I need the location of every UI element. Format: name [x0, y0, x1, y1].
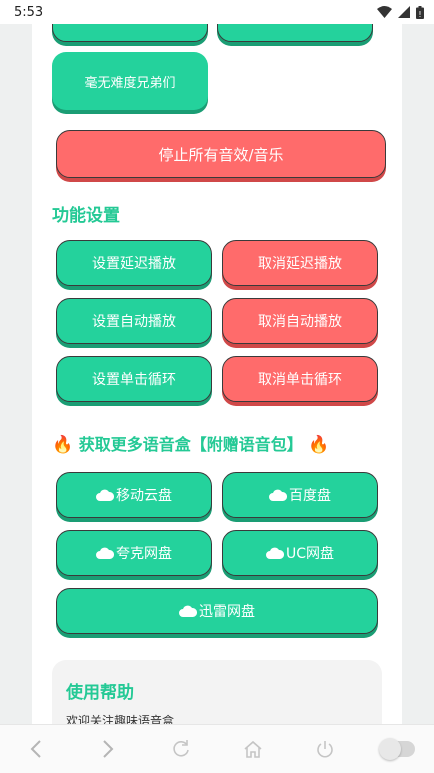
cloud-icon — [96, 547, 114, 559]
xunlei-pan-button[interactable]: 迅雷网盘 — [56, 588, 378, 634]
set-loop-button[interactable]: 设置单击循环 — [56, 356, 212, 402]
easy-mode-sound-button[interactable]: 毫无难度兄弟们 — [52, 52, 208, 110]
quark-pan-label: 夸克网盘 — [116, 546, 172, 562]
set-auto-label: 设置自动播放 — [92, 314, 176, 330]
mobile-cloud-label: 移动云盘 — [116, 488, 172, 504]
set-delay-label: 设置延迟播放 — [92, 256, 176, 272]
toggle-track — [378, 738, 415, 760]
baidu-pan-button[interactable]: 百度盘 — [222, 472, 378, 518]
xunlei-pan-label: 迅雷网盘 — [199, 604, 255, 620]
cloud-icon — [269, 489, 287, 501]
cancel-auto-label: 取消自动播放 — [258, 314, 342, 330]
power-button[interactable] — [305, 729, 345, 769]
wifi-icon — [377, 6, 392, 18]
easy-mode-label: 毫无难度兄弟们 — [84, 75, 176, 91]
help-text: 欢迎关注趣味语音盒 — [66, 714, 175, 724]
help-card: 使用帮助 欢迎关注趣味语音盒 — [52, 660, 382, 724]
bottom-nav-bar — [0, 724, 434, 773]
status-icons: ! — [377, 5, 424, 19]
cloud-icon — [96, 489, 114, 501]
main-content: 毫无难度兄弟们 停止所有音效/音乐 功能设置 设置延迟播放 取消延迟播放 设置自… — [32, 0, 402, 724]
mobile-cloud-button[interactable]: 移动云盘 — [56, 472, 212, 518]
stop-all-label: 停止所有音效/音乐 — [158, 145, 284, 164]
toggle-switch[interactable] — [378, 729, 418, 769]
toggle-knob — [378, 738, 401, 760]
settings-title: 功能设置 — [52, 206, 120, 226]
cloud-icon — [179, 605, 197, 617]
uc-pan-label: UC网盘 — [285, 546, 335, 562]
set-auto-button[interactable]: 设置自动播放 — [56, 298, 212, 344]
stop-all-button[interactable]: 停止所有音效/音乐 — [56, 130, 386, 178]
set-delay-button[interactable]: 设置延迟播放 — [56, 240, 212, 286]
download-title-row: 🔥 获取更多语音盒【附赠语音包】 🔥 — [52, 431, 330, 455]
home-icon — [244, 740, 262, 758]
status-bar: 5:53 ! — [0, 0, 434, 24]
power-icon — [317, 741, 334, 758]
chevron-left-icon — [30, 740, 41, 758]
battery-icon: ! — [416, 5, 424, 19]
baidu-pan-label: 百度盘 — [289, 488, 331, 504]
chevron-right-icon — [103, 740, 114, 758]
uc-pan-button[interactable]: UC网盘 — [222, 530, 378, 576]
help-title: 使用帮助 — [66, 683, 134, 703]
signal-icon — [398, 6, 410, 18]
cancel-delay-button[interactable]: 取消延迟播放 — [222, 240, 378, 286]
forward-button[interactable] — [88, 729, 128, 769]
refresh-icon — [173, 740, 189, 757]
cancel-auto-button[interactable]: 取消自动播放 — [222, 298, 378, 344]
refresh-button[interactable] — [161, 729, 201, 769]
cancel-loop-label: 取消单击循环 — [258, 372, 342, 388]
quark-pan-button[interactable]: 夸克网盘 — [56, 530, 212, 576]
set-loop-label: 设置单击循环 — [92, 372, 176, 388]
cloud-icon — [265, 547, 284, 559]
home-button[interactable] — [233, 729, 273, 769]
fire-icon: 🔥 — [52, 435, 74, 455]
cancel-delay-label: 取消延迟播放 — [258, 256, 342, 272]
cancel-loop-button[interactable]: 取消单击循环 — [222, 356, 378, 402]
svg-text:!: ! — [418, 10, 421, 19]
back-button[interactable] — [16, 729, 56, 769]
download-title: 获取更多语音盒【附赠语音包】 — [78, 435, 303, 454]
status-time: 5:53 — [14, 4, 44, 20]
fire-icon: 🔥 — [308, 435, 330, 455]
